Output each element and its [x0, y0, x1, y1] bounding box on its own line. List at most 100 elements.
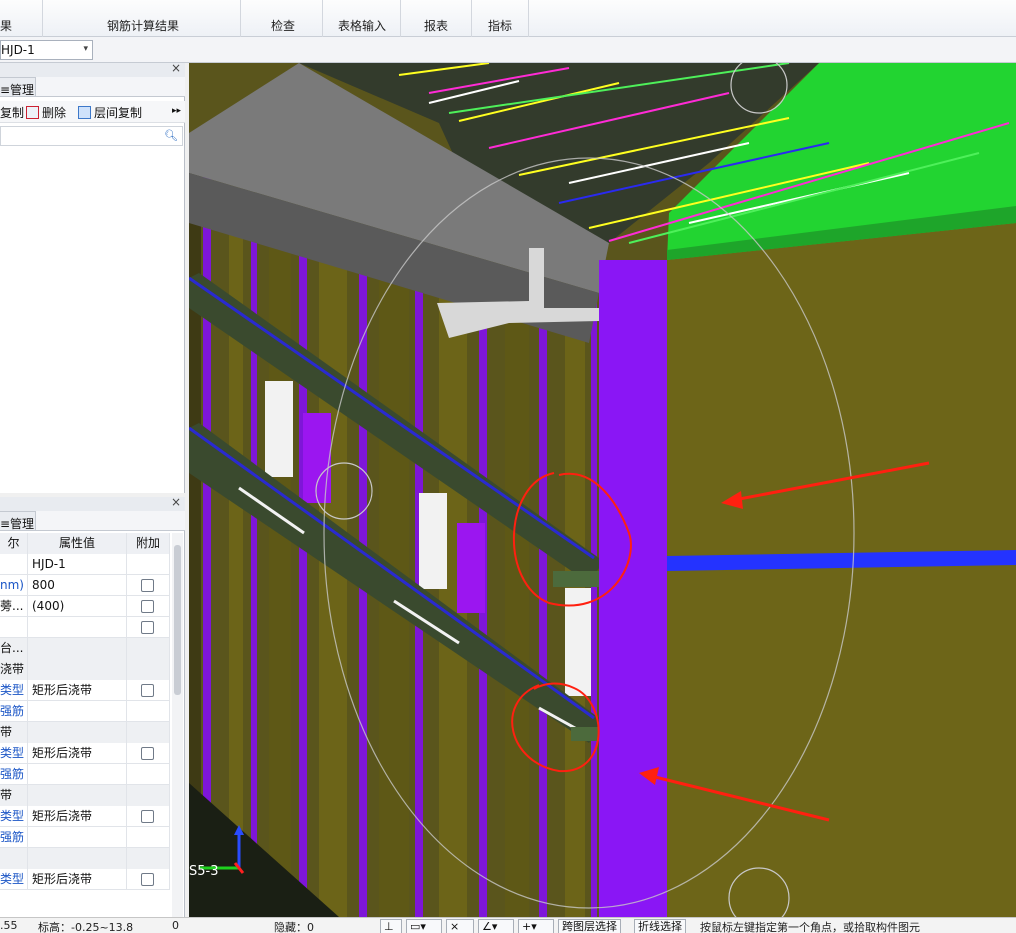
tab-component-management[interactable]: ≡管理	[0, 77, 36, 97]
copy-button-label: 复制	[0, 106, 25, 120]
property-value[interactable]	[28, 722, 127, 743]
property-value[interactable]	[28, 764, 127, 785]
property-row[interactable]: 强筋	[0, 764, 170, 785]
status-tool-button[interactable]: ⊥	[380, 919, 402, 933]
ribbon-group-results[interactable]: 果	[0, 0, 43, 37]
wall-opening	[419, 493, 447, 589]
chevron-down-icon[interactable]: ▾	[83, 44, 88, 54]
delete-icon	[26, 106, 39, 119]
property-value[interactable]	[28, 638, 127, 659]
property-extra-cell	[127, 827, 170, 848]
status-plus-button[interactable]: +▾	[518, 919, 554, 933]
scrollbar-thumb[interactable]	[174, 545, 181, 695]
selector-bar: HJD-1 ▾	[0, 37, 1016, 63]
property-row[interactable]: 台...	[0, 638, 170, 659]
property-value[interactable]: 800	[28, 575, 127, 596]
ribbon-group-check[interactable]: 检查	[241, 0, 323, 37]
property-name: 类型	[0, 680, 28, 701]
property-value[interactable]	[28, 785, 127, 806]
property-row[interactable]: 强筋	[0, 827, 170, 848]
property-name: nm)	[0, 575, 28, 596]
element-selector[interactable]: HJD-1 ▾	[0, 40, 93, 60]
tab-label: ≡管理	[0, 517, 35, 531]
beam-end	[571, 727, 599, 741]
extra-checkbox[interactable]	[141, 600, 154, 613]
3d-viewport[interactable]: S5-3	[189, 63, 1016, 917]
property-row[interactable]: 带	[0, 785, 170, 806]
ribbon-group-rebar-results[interactable]: 钢筋计算结果	[43, 0, 241, 37]
property-extra-cell	[127, 806, 170, 827]
extra-checkbox[interactable]	[141, 747, 154, 760]
property-extra-cell	[127, 554, 170, 575]
column-header-extra: 附加	[127, 533, 170, 554]
property-extra-cell	[127, 596, 170, 617]
property-panel: × ≡管理 尔 属性值 附加 HJD-1 nm) 800 蒡... (400) 台... 浇…	[0, 495, 185, 917]
status-angle-button[interactable]: ∠▾	[478, 919, 514, 933]
floor-copy-button[interactable]: 层间复制	[78, 104, 142, 121]
copy-button[interactable]: 复制	[0, 104, 24, 121]
property-row[interactable]: nm) 800	[0, 575, 170, 596]
property-name: 类型	[0, 869, 28, 890]
property-row[interactable]: HJD-1	[0, 554, 170, 575]
property-value[interactable]: 矩形后浇带	[28, 806, 127, 827]
property-row[interactable]: 类型 矩形后浇带	[0, 743, 170, 764]
close-icon[interactable]: ×	[171, 61, 181, 75]
property-extra-cell	[127, 722, 170, 743]
property-row[interactable]: 浇带	[0, 659, 170, 680]
property-value[interactable]: (400)	[28, 596, 127, 617]
extra-checkbox[interactable]	[141, 621, 154, 634]
search-input[interactable]: 🔍︎	[0, 126, 183, 146]
panel-header: ×	[0, 495, 185, 511]
property-row[interactable]: 蒡... (400)	[0, 596, 170, 617]
property-name	[0, 554, 28, 575]
property-row[interactable]	[0, 617, 170, 638]
status-select-mode-button[interactable]: ▭▾	[406, 919, 442, 933]
status-cross-button[interactable]: ⨯	[446, 919, 474, 933]
property-value[interactable]: 矩形后浇带	[28, 680, 127, 701]
property-row[interactable]: 强筋	[0, 701, 170, 722]
property-value[interactable]	[28, 701, 127, 722]
property-value[interactable]	[28, 827, 127, 848]
delete-button[interactable]: 删除	[26, 104, 66, 121]
property-value[interactable]: 矩形后浇带	[28, 743, 127, 764]
property-name	[0, 617, 28, 638]
property-name: 浇带	[0, 659, 28, 680]
property-value[interactable]: 矩形后浇带	[28, 869, 127, 890]
ribbon-group-report[interactable]: 报表	[401, 0, 472, 37]
toolbar-more-icon[interactable]: ▸▸	[172, 106, 181, 116]
property-row[interactable]: 类型 矩形后浇带	[0, 869, 170, 890]
property-value[interactable]	[28, 659, 127, 680]
property-value[interactable]	[28, 617, 127, 638]
ribbon-group-table-input[interactable]: 表格输入	[323, 0, 401, 37]
status-bar: .55 标高：-0.25~13.8 0 隐藏：0 ⊥ ▭▾ ⨯ ∠▾ +▾ 跨图…	[0, 917, 1016, 933]
extra-checkbox[interactable]	[141, 810, 154, 823]
extra-checkbox[interactable]	[141, 873, 154, 886]
property-value[interactable]	[28, 848, 127, 869]
tab-property-management[interactable]: ≡管理	[0, 511, 36, 531]
property-row[interactable]: 带	[0, 722, 170, 743]
status-hint: 按鼠标左键指定第一个角点，或拾取构件图元	[700, 921, 920, 933]
extra-checkbox[interactable]	[141, 579, 154, 592]
tab-label: ≡管理	[0, 83, 35, 97]
property-name: 带	[0, 722, 28, 743]
extra-checkbox[interactable]	[141, 684, 154, 697]
wall-opening	[265, 381, 293, 477]
search-icon[interactable]: 🔍︎	[164, 129, 178, 142]
property-extra-cell	[127, 680, 170, 701]
property-name: 强筋	[0, 827, 28, 848]
property-row[interactable]: 类型 矩形后浇带	[0, 806, 170, 827]
property-row[interactable]	[0, 848, 170, 869]
property-value[interactable]: HJD-1	[28, 554, 127, 575]
property-grid-scrollbar[interactable]	[172, 533, 183, 917]
status-zero: 0	[172, 919, 179, 932]
polyline-select-button[interactable]: 折线选择	[634, 919, 686, 933]
property-name: 类型	[0, 743, 28, 764]
cross-layer-select-button[interactable]: 跨图层选择	[558, 919, 621, 933]
property-row[interactable]: 类型 矩形后浇带	[0, 680, 170, 701]
ribbon-group-index[interactable]: 指标	[472, 0, 529, 37]
component-list-panel: × ≡管理 复制 删除 层间复制 ▸▸ 🔍︎	[0, 61, 185, 493]
close-icon[interactable]: ×	[171, 495, 181, 509]
property-extra-cell	[127, 659, 170, 680]
floor-copy-icon	[78, 106, 91, 119]
property-name: 台...	[0, 638, 28, 659]
